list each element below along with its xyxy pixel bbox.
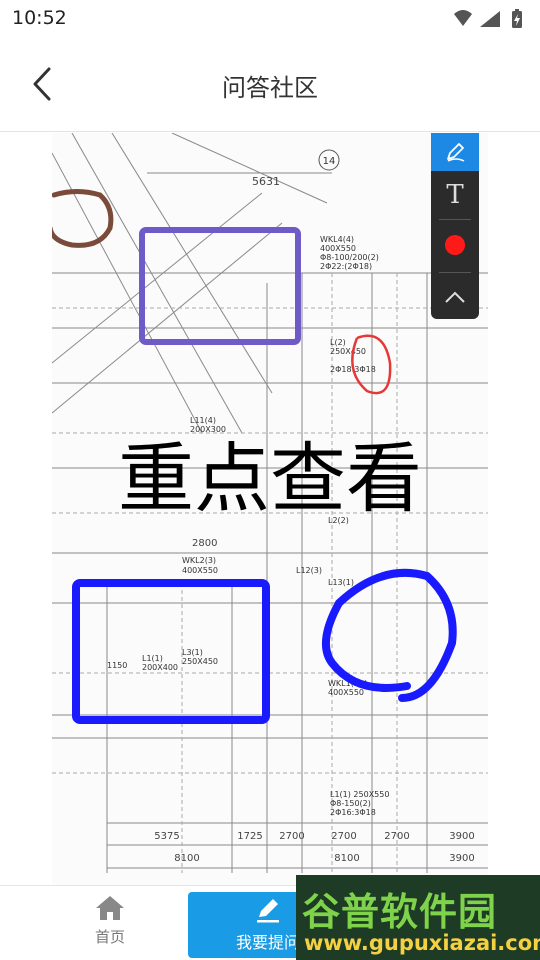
annotation-rect-purple — [139, 227, 301, 345]
cad-drawing[interactable]: 14 5631 2800 WKL4(4) 400X550 Φ8-100/200(… — [52, 133, 488, 885]
watermark-logo: 谷普软件园 www.gupuxiazai.com — [296, 875, 540, 960]
annotation-circle-blue — [321, 568, 457, 702]
toolbar-divider — [439, 219, 471, 220]
dim-top: 5631 — [252, 175, 280, 188]
dim-value: 2700 — [331, 831, 356, 842]
beam-label: 2Φ22:(2Φ18) — [320, 262, 372, 271]
beam-label: L1(1) — [142, 654, 163, 663]
tab-home-label: 首页 — [94, 928, 125, 946]
beam-label: 400X550 — [320, 244, 356, 253]
beam-label: 400X550 — [182, 566, 218, 575]
red-color-swatch-icon — [445, 235, 465, 255]
status-icons — [454, 9, 522, 28]
wifi-icon — [454, 10, 472, 26]
watermark-title: 谷普软件园 — [302, 890, 498, 934]
dim-value: 2700 — [279, 831, 304, 842]
text-tool-button[interactable]: T — [431, 173, 479, 217]
dim-value: 3900 — [449, 853, 474, 864]
beam-label: WKL4(4) — [320, 235, 354, 244]
beam-label: L11(4) — [190, 416, 216, 425]
beam-label: 200X300 — [190, 425, 226, 434]
beam-label: L1(1) 250X550 — [330, 790, 389, 799]
watermark-url: www.gupuxiazai.com — [304, 931, 540, 955]
toolbar-divider — [439, 272, 471, 273]
annotation-text: 重点查看 — [118, 434, 422, 523]
beam-label: WKL2(3) — [182, 556, 216, 565]
beam-label: 200X400 — [142, 663, 178, 672]
home-icon — [96, 896, 124, 920]
annotation-rect-blue — [72, 579, 270, 724]
signal-icon — [480, 11, 500, 27]
axis-label: 14 — [323, 156, 336, 167]
ask-question-label: 我要提问 — [235, 933, 300, 952]
page-title: 问答社区 — [222, 74, 318, 102]
dim-value: 2700 — [384, 831, 409, 842]
status-bar: 10:52 — [0, 0, 540, 38]
beam-label: 250X450 — [330, 347, 366, 356]
beam-label: 1150 — [107, 661, 127, 670]
annotation-circle-brown — [52, 189, 114, 248]
beam-label: L13(1) — [328, 578, 354, 587]
dim-value: 5375 — [154, 831, 179, 842]
nav-bar: 问答社区 — [0, 38, 540, 132]
annotation-toolbar: T — [431, 133, 479, 319]
beam-label: 2Φ16:3Φ18 — [330, 808, 376, 817]
dim-value: 8100 — [334, 853, 359, 864]
pen-icon — [447, 143, 465, 162]
collapse-toolbar-button[interactable] — [431, 275, 479, 319]
beam-label: L12(3) — [296, 566, 322, 575]
beam-label: Φ8-150(2) — [330, 799, 371, 808]
color-picker-button[interactable] — [431, 221, 479, 269]
dim-value: 8100 — [174, 853, 199, 864]
dim-mid: 2800 — [192, 538, 217, 549]
dim-value: 1725 — [237, 831, 262, 842]
beam-label: L3(1) — [182, 648, 203, 657]
text-tool-label: T — [446, 180, 464, 210]
dim-value: 3900 — [449, 831, 474, 842]
beam-label: Φ8-100/200(2) — [320, 253, 379, 262]
battery-charging-icon — [512, 9, 522, 28]
edit-icon — [257, 899, 279, 923]
status-time: 10:52 — [12, 7, 67, 29]
beam-label: 400X550 — [328, 688, 364, 697]
beam-label: 250X450 — [182, 657, 218, 666]
pen-tool-button[interactable] — [431, 133, 479, 171]
beam-label: L(2) — [330, 338, 346, 347]
tab-home[interactable]: 首页 — [60, 894, 160, 954]
chevron-up-icon — [445, 291, 465, 303]
